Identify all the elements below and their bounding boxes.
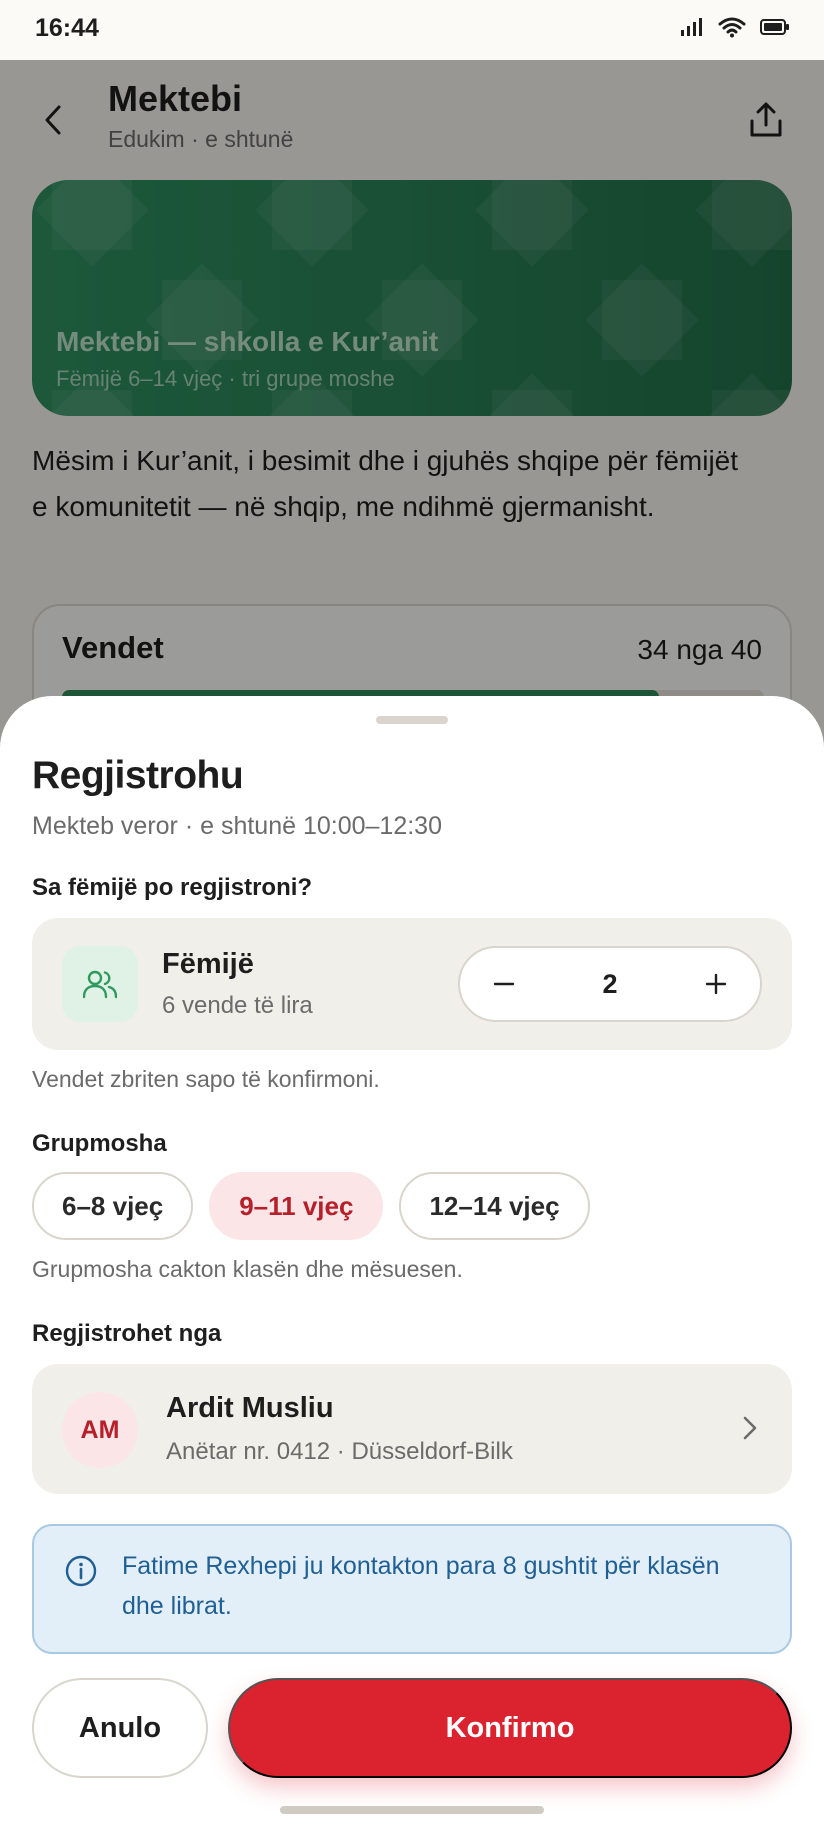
cancel-button[interactable]: Anulo <box>32 1678 208 1778</box>
age-group-note: Grupmosha cakton klasën dhe mësuesen. <box>32 1256 463 1282</box>
sheet-title: Regjistrohu <box>32 754 244 797</box>
info-text: Fatime Rexhepi ju kontakton para 8 gusht… <box>122 1552 720 1620</box>
age-chip-12-14[interactable]: 12–14 vjeç <box>399 1172 590 1240</box>
seats-note: Vendet zbriten sapo të konfirmoni. <box>32 1066 380 1092</box>
member-card[interactable]: AM Ardit Musliu Anëtar nr. 0412 · Düssel… <box>32 1364 792 1494</box>
status-bar: 16:44 <box>0 0 824 60</box>
children-count: 2 <box>602 968 618 999</box>
avatar: AM <box>62 1392 138 1468</box>
wifi-icon <box>718 17 746 38</box>
increment-button[interactable] <box>678 948 754 1020</box>
sheet-grabber[interactable] <box>376 716 448 724</box>
plus-icon <box>705 973 727 995</box>
info-icon <box>65 1555 97 1587</box>
age-chip-6-8[interactable]: 6–8 vjeç <box>32 1172 194 1240</box>
age-group-label: Grupmosha <box>32 1130 167 1157</box>
battery-icon <box>760 19 789 35</box>
children-stepper: 2 <box>458 946 762 1022</box>
confirm-button[interactable]: Konfirmo <box>228 1678 792 1778</box>
children-icon-box <box>62 946 138 1022</box>
children-available: 6 vende të lira <box>162 992 313 1019</box>
member-name: Ardit Musliu <box>166 1392 334 1424</box>
registered-by-label: Regjistrohet nga <box>32 1320 222 1347</box>
home-indicator <box>280 1806 544 1814</box>
minus-icon <box>493 982 515 986</box>
status-time: 16:44 <box>35 14 99 42</box>
signal-icon <box>681 18 702 36</box>
info-banner: Fatime Rexhepi ju kontakton para 8 gusht… <box>32 1524 792 1654</box>
chevron-right-icon <box>743 1416 757 1440</box>
children-card: Fëmijë 6 vende të lira 2 <box>32 918 792 1050</box>
age-group-chips: 6–8 vjeç 9–11 vjeç 12–14 vjeç <box>32 1172 590 1240</box>
status-icons <box>680 16 790 38</box>
member-meta: Anëtar nr. 0412 · Düsseldorf-Bilk <box>166 1438 513 1465</box>
member-chevron <box>738 1410 762 1446</box>
children-title: Fëmijë <box>162 948 254 980</box>
users-icon <box>83 970 117 999</box>
registration-sheet: Regjistrohu Mekteb veror · e shtunë 10:0… <box>0 696 824 1830</box>
age-chip-9-11[interactable]: 9–11 vjeç <box>209 1172 384 1240</box>
children-question: Sa fëmijë po regjistroni? <box>32 874 313 901</box>
decrement-button[interactable] <box>466 948 542 1020</box>
sheet-subtitle: Mekteb veror · e shtunë 10:00–12:30 <box>32 812 442 840</box>
